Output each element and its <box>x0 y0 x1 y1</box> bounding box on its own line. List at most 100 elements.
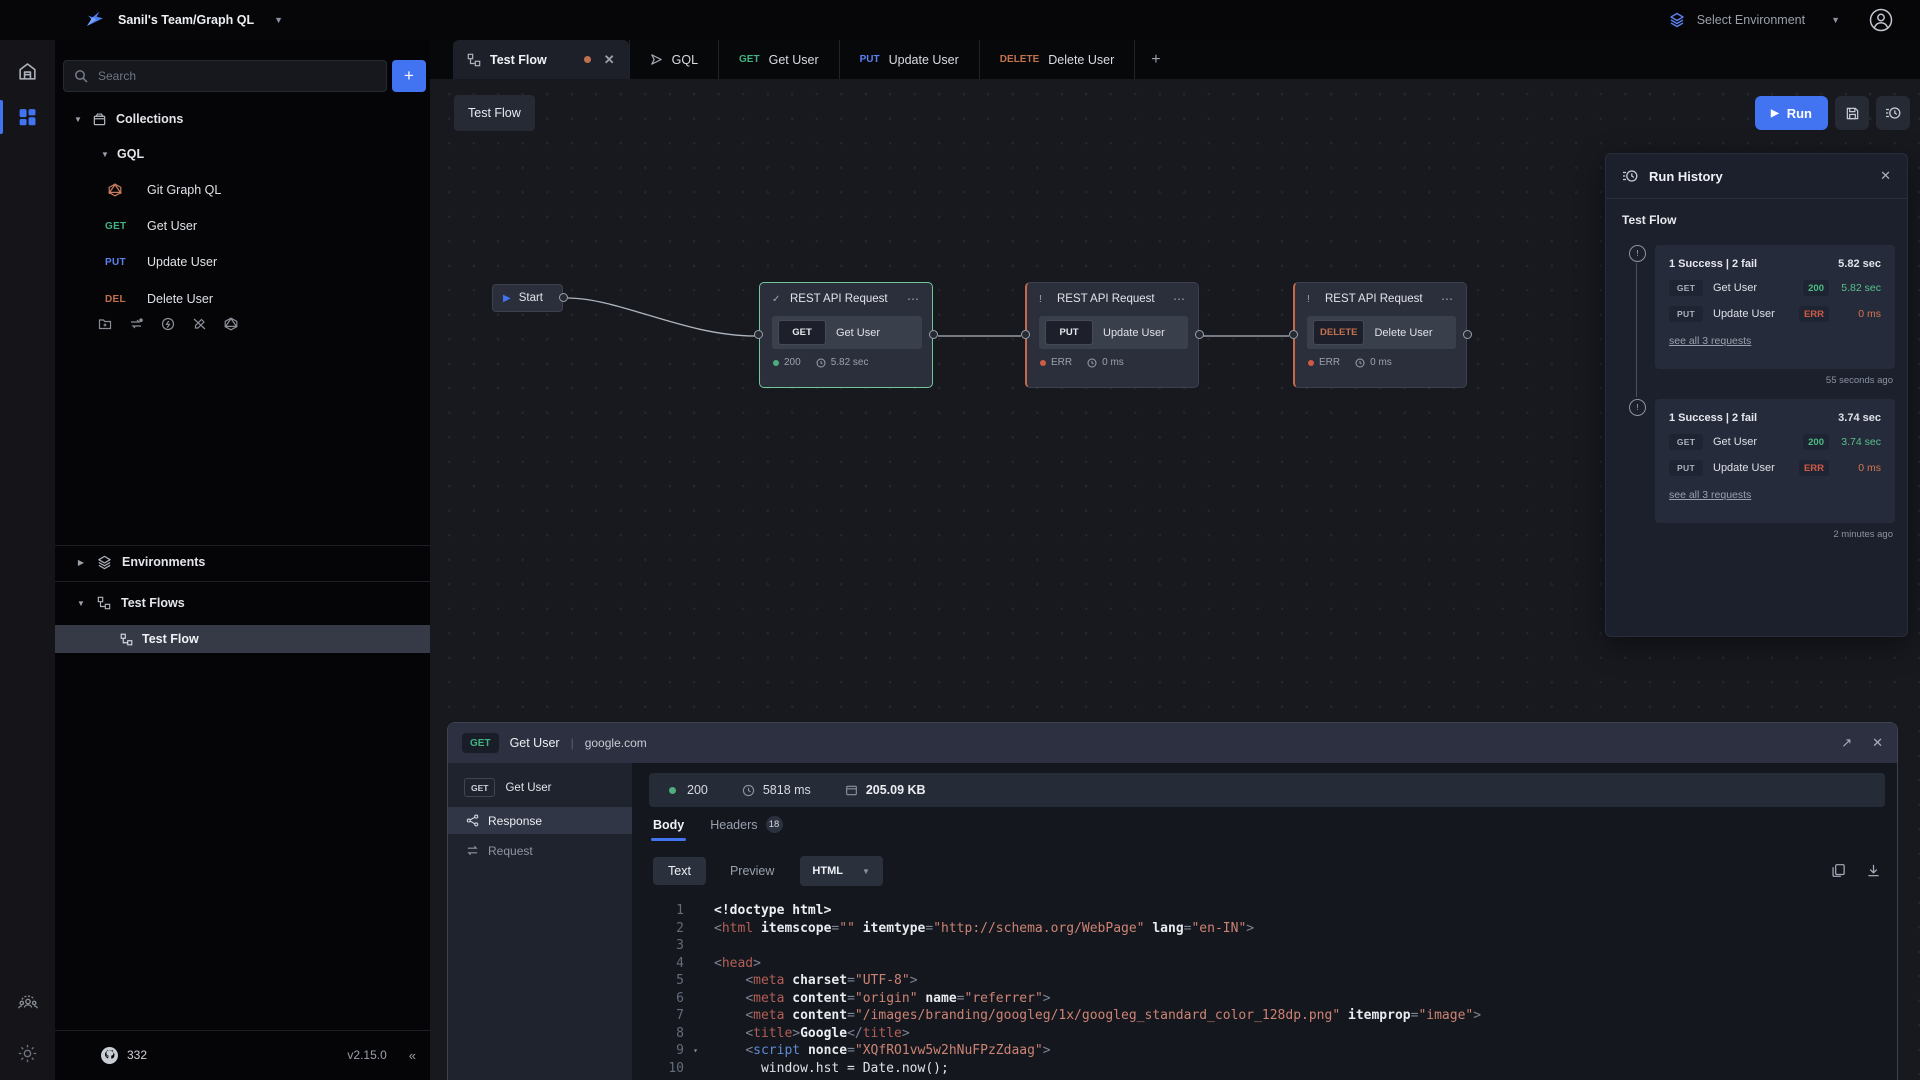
collections-grid-icon[interactable] <box>0 94 55 140</box>
flow-node-delete-user[interactable]: ! REST API Request ⋯ DELETE Delete User … <box>1293 282 1467 388</box>
caret-down-icon[interactable]: ▼ <box>76 599 86 608</box>
start-node[interactable]: ▶ Start <box>492 284 563 312</box>
collapse-sidebar-button[interactable]: « <box>409 1048 416 1063</box>
node-title: REST API Request <box>1325 293 1433 305</box>
view-preview-button[interactable]: Preview <box>730 864 774 878</box>
tab-test-flow[interactable]: Test Flow ✕ <box>453 40 629 79</box>
request-item-updateuser[interactable]: PUT Update User <box>55 247 430 277</box>
collections-section[interactable]: ▼ Collections <box>55 104 430 134</box>
format-value: HTML <box>812 865 843 877</box>
save-button[interactable] <box>1835 96 1869 130</box>
size-icon <box>845 784 858 797</box>
add-folder-icon[interactable] <box>98 317 112 331</box>
response-panel-header[interactable]: GET Get User | google.com ↗ ✕ <box>448 723 1897 763</box>
run-card[interactable]: 1 Success | 2 fail 3.74 sec GET Get User… <box>1655 399 1895 523</box>
status-code: ERR <box>1319 357 1340 368</box>
folder-gql[interactable]: ▼ GQL <box>55 139 430 169</box>
node-handle[interactable] <box>1195 330 1204 339</box>
node-handle[interactable] <box>559 293 568 302</box>
tab-delete-user[interactable]: DELETE Delete User <box>979 40 1134 79</box>
unsaved-dot-icon <box>584 56 591 63</box>
environments-section[interactable]: ▶ Environments <box>55 547 430 577</box>
github-icon[interactable] <box>101 1047 118 1064</box>
sidebar-item-test-flow[interactable]: Test Flow <box>55 625 430 653</box>
duration: 0 ms <box>1102 357 1124 368</box>
code-line: 10 window.hst = Date.now(); <box>632 1060 1897 1078</box>
request-name: Delete User <box>147 292 213 306</box>
node-handle[interactable] <box>1289 330 1298 339</box>
workspace-caret-icon[interactable]: ▼ <box>274 15 283 25</box>
run-button[interactable]: ▶ Run <box>1755 96 1828 130</box>
node-handle[interactable] <box>929 330 938 339</box>
request-item-deleteuser[interactable]: DEL Delete User <box>55 284 430 314</box>
user-avatar[interactable] <box>1868 7 1894 33</box>
copy-icon[interactable] <box>1831 863 1846 878</box>
nav-response-tab[interactable]: Response <box>448 807 632 834</box>
github-stars[interactable]: 332 <box>127 1048 147 1062</box>
settings-gear-icon[interactable] <box>0 1030 55 1076</box>
environment-caret-icon[interactable]: ▼ <box>1831 15 1840 25</box>
test-flows-section[interactable]: ▼ Test Flows <box>55 588 430 618</box>
code-editor[interactable]: 1<!doctype html>2<html itemscope="" item… <box>632 899 1897 1080</box>
run-history-button[interactable] <box>1876 96 1910 130</box>
caret-right-icon[interactable]: ▶ <box>76 558 86 567</box>
run-history-flow-name: Test Flow <box>1622 213 1891 227</box>
search-input[interactable] <box>96 68 376 84</box>
search-box[interactable] <box>63 60 387 92</box>
select-environment[interactable]: Select Environment <box>1697 13 1805 27</box>
node-menu-icon[interactable]: ⋯ <box>1441 292 1454 306</box>
warning-icon: ! <box>1307 294 1317 305</box>
node-menu-icon[interactable]: ⋯ <box>1173 292 1186 306</box>
request-item-gitgraphql[interactable]: Git Graph QL <box>55 175 430 205</box>
socket-icon[interactable] <box>161 317 175 331</box>
code-line: 1<!doctype html> <box>632 902 1897 920</box>
flow-node-update-user[interactable]: ! REST API Request ⋯ PUT Update User ERR… <box>1025 282 1199 388</box>
expand-panel-icon[interactable]: ↗ <box>1841 735 1852 751</box>
method-chip: GET <box>462 733 499 753</box>
home-icon[interactable] <box>0 48 55 94</box>
tab-gql[interactable]: GQL <box>629 40 718 79</box>
graphql-hex-icon[interactable] <box>224 317 238 331</box>
method-label: DEL <box>105 294 133 305</box>
workspace-title[interactable]: Sanil's Team/Graph QL <box>118 13 254 27</box>
code-line: 7 <meta content="/images/branding/google… <box>632 1007 1897 1025</box>
view-text-button[interactable]: Text <box>653 857 706 885</box>
nav-request-item[interactable]: GET Get User <box>448 771 632 804</box>
code-line: 4<head> <box>632 955 1897 973</box>
caret-down-icon[interactable]: ▼ <box>73 115 83 124</box>
tab-update-user[interactable]: PUT Update User <box>839 40 979 79</box>
flow-node-get-user[interactable]: ✓ REST API Request ⋯ GET Get User 200 5.… <box>759 282 933 388</box>
collection-box-icon <box>92 112 107 127</box>
format-select[interactable]: HTML ▼ <box>800 856 883 886</box>
request-item-getuser[interactable]: GET Get User <box>55 211 430 241</box>
draw-off-icon[interactable] <box>192 317 207 331</box>
environments-label: Environments <box>122 555 205 569</box>
node-handle[interactable] <box>1021 330 1030 339</box>
node-handle[interactable] <box>754 330 763 339</box>
status-code: 200 <box>784 357 801 368</box>
close-tab-icon[interactable]: ✕ <box>604 52 615 68</box>
node-title: REST API Request <box>1057 293 1165 305</box>
close-panel-icon[interactable]: ✕ <box>1872 735 1883 751</box>
close-run-history-icon[interactable]: ✕ <box>1880 168 1891 184</box>
node-menu-icon[interactable]: ⋯ <box>907 292 920 306</box>
flow-canvas[interactable]: Test Flow ▶ Run ▶ <box>430 79 1920 1080</box>
swap-requests-icon[interactable] <box>129 317 144 331</box>
nav-request-tab[interactable]: Request <box>448 837 632 864</box>
node-request-row[interactable]: DELETE Delete User <box>1307 316 1456 349</box>
add-button[interactable]: + <box>392 60 426 92</box>
see-all-requests-link[interactable]: see all 3 requests <box>1669 335 1881 347</box>
tab-get-user[interactable]: GET Get User <box>718 40 839 79</box>
tab-headers[interactable]: Headers 18 <box>710 816 782 842</box>
download-icon[interactable] <box>1866 863 1881 878</box>
run-card[interactable]: 1 Success | 2 fail 5.82 sec GET Get User… <box>1655 245 1895 369</box>
node-handle[interactable] <box>1463 330 1472 339</box>
new-tab-button[interactable]: + <box>1134 40 1176 79</box>
tab-body[interactable]: Body <box>653 818 684 841</box>
sidebar: + ▼ Collections ▼ GQL Git Graph QL GET G… <box>55 40 430 1080</box>
see-all-requests-link[interactable]: see all 3 requests <box>1669 489 1881 501</box>
caret-down-icon[interactable]: ▼ <box>100 150 110 159</box>
community-icon[interactable] <box>0 982 55 1028</box>
node-request-row[interactable]: GET Get User <box>772 316 922 349</box>
node-request-row[interactable]: PUT Update User <box>1039 316 1188 349</box>
